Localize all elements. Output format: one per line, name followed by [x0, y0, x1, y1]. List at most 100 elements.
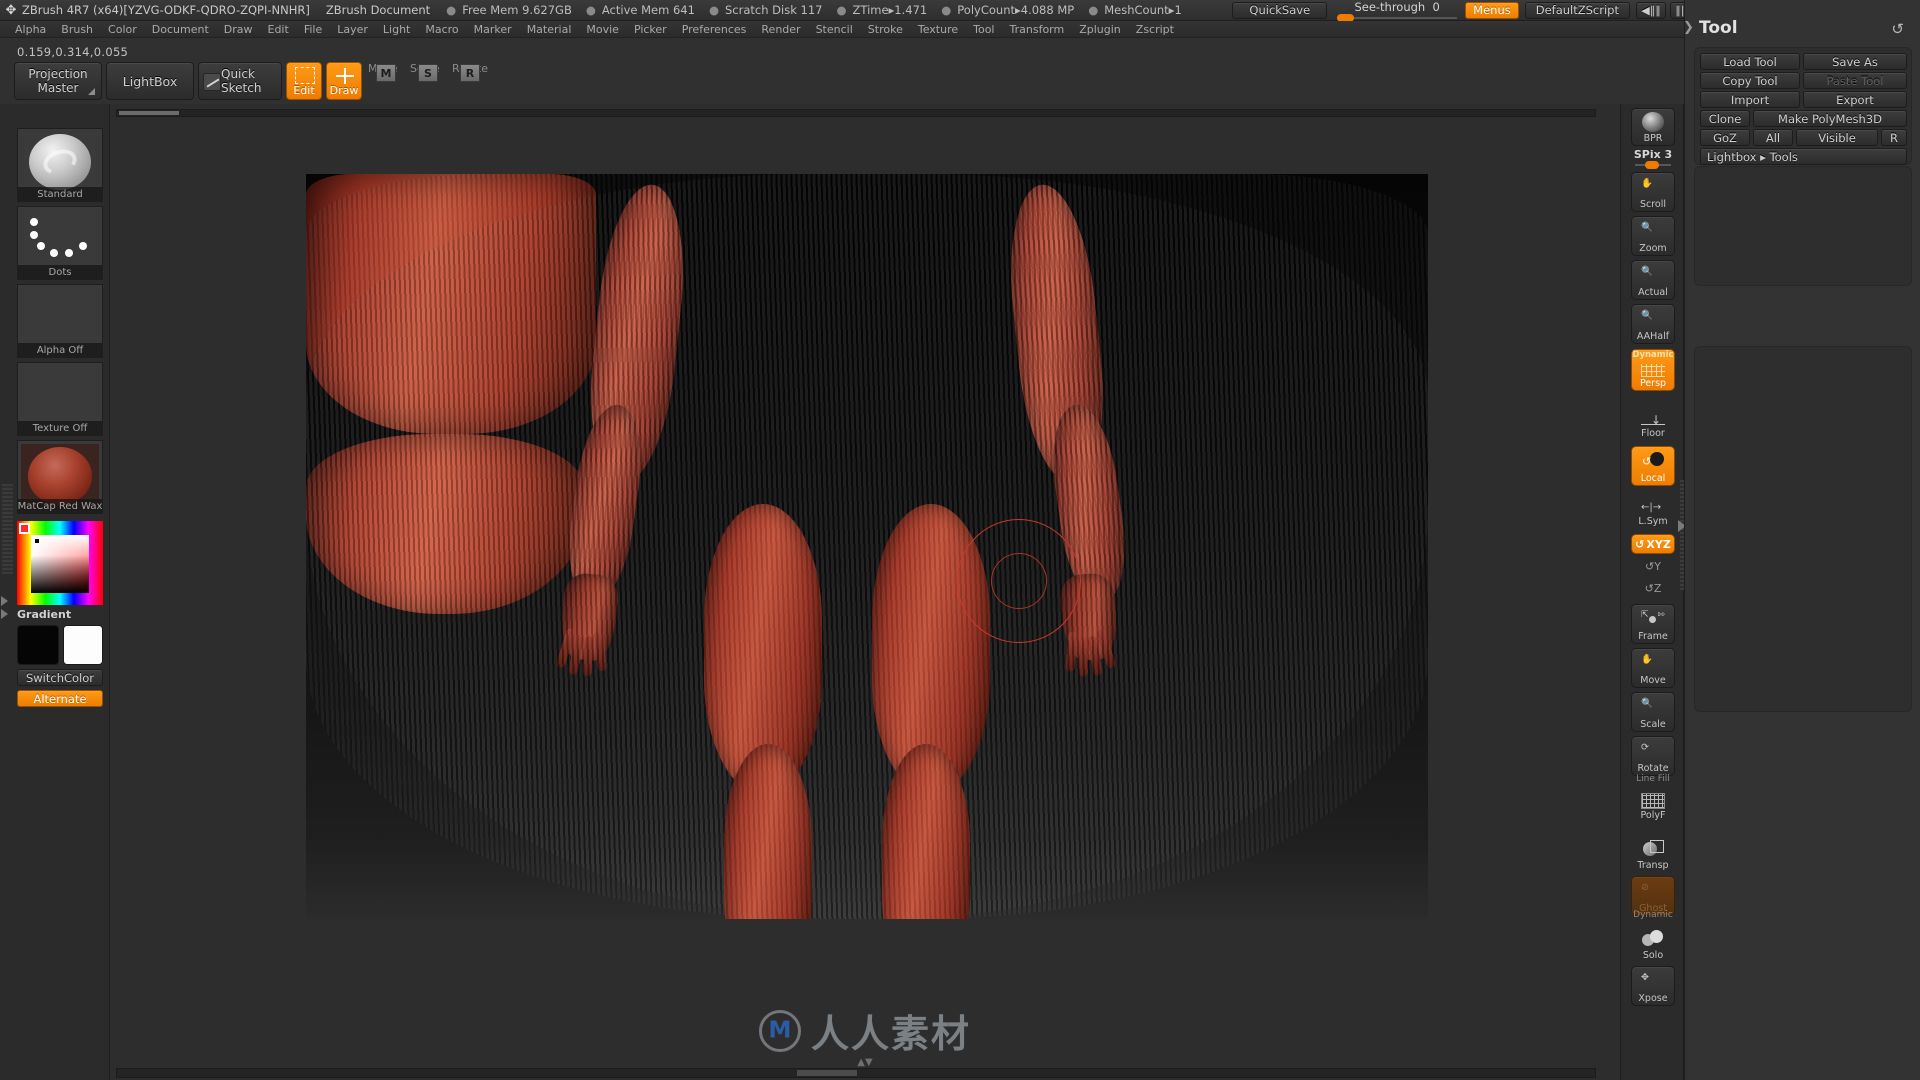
save-as-button[interactable]: Save As [1803, 53, 1907, 70]
draw-mode-button[interactable]: Draw [326, 62, 362, 100]
make-polymesh3d-button[interactable]: Make PolyMesh3D [1753, 110, 1907, 127]
z-axis-button[interactable]: ↺ Z [1631, 578, 1675, 598]
xpose-button[interactable]: ✥ Xpose [1631, 966, 1675, 1006]
primary-color-swatch[interactable] [17, 625, 59, 665]
menu-item-transform[interactable]: Transform [1003, 22, 1072, 37]
spix-slider[interactable] [1635, 161, 1671, 169]
scrollbar-thumb[interactable] [797, 1070, 857, 1076]
quicksave-button[interactable]: QuickSave [1232, 1, 1328, 19]
bpr-render-button[interactable]: BPR [1631, 108, 1675, 146]
see-through-slider[interactable]: See-through 0 [1337, 0, 1458, 22]
menu-item-edit[interactable]: Edit [261, 22, 296, 37]
gizmo-move-button[interactable]: ✋ Move [1631, 648, 1675, 688]
solo-spheres-icon [1641, 929, 1665, 949]
menu-item-layer[interactable]: Layer [330, 22, 375, 37]
polyframe-button[interactable]: PolyF [1631, 786, 1675, 822]
scroll-button[interactable]: ✋ Scroll [1631, 172, 1675, 212]
scale-mode-button[interactable]: S Scale [410, 62, 446, 100]
color-picker-cursor-marker[interactable] [34, 538, 40, 544]
alpha-swatch[interactable]: Alpha Off [17, 284, 103, 358]
load-tool-button[interactable]: Load Tool [1700, 53, 1800, 70]
solo-button[interactable]: Solo [1631, 922, 1675, 962]
lightbox-tools-button[interactable]: Lightbox ▸ Tools [1700, 148, 1907, 165]
clone-button[interactable]: Clone [1700, 110, 1750, 127]
polyf-label: PolyF [1640, 810, 1666, 821]
menu-item-draw[interactable]: Draw [217, 22, 260, 37]
slider-knob[interactable] [1645, 161, 1659, 169]
alternate-button[interactable]: Alternate [17, 690, 103, 707]
expand-arrow-icon[interactable] [1, 596, 8, 606]
menu-item-texture[interactable]: Texture [911, 22, 965, 37]
menu-item-preferences[interactable]: Preferences [675, 22, 754, 37]
frame-button[interactable]: ⇱ ⇰ Frame [1631, 604, 1675, 644]
menu-item-document[interactable]: Document [145, 22, 216, 37]
switch-color-button[interactable]: SwitchColor [17, 669, 103, 686]
scrollbar-thumb[interactable] [119, 111, 179, 115]
viewport-canvas[interactable] [306, 174, 1428, 919]
menu-item-color[interactable]: Color [101, 22, 144, 37]
actual-size-button[interactable]: 🔍 Actual [1631, 260, 1675, 300]
menu-item-file[interactable]: File [297, 22, 329, 37]
prev-script-icon[interactable]: ◀∥∥ [1636, 1, 1666, 19]
document-scrollbar-top[interactable] [116, 109, 1596, 117]
scale-magnifier-icon: 🔍 [1641, 698, 1653, 709]
menu-item-tool[interactable]: Tool [966, 22, 1001, 37]
quick-sketch-button[interactable]: Quick Sketch [198, 62, 282, 100]
visible-button[interactable]: Visible [1796, 129, 1878, 146]
menu-item-marker[interactable]: Marker [467, 22, 519, 37]
canvas-collapse-arrows-icon[interactable]: ▲▼ [857, 1057, 872, 1068]
reload-tool-icon[interactable]: ↺ [1891, 20, 1904, 38]
copy-tool-button[interactable]: Copy Tool [1700, 72, 1800, 89]
transparency-button[interactable]: Transp [1631, 832, 1675, 872]
import-button[interactable]: Import [1700, 91, 1800, 108]
panel-collapse-arrow-icon[interactable]: ❯ [1683, 20, 1694, 35]
menu-item-stencil[interactable]: Stencil [809, 22, 860, 37]
gradient-label[interactable]: Gradient [17, 607, 103, 621]
move-mode-button[interactable]: M Move [368, 62, 404, 100]
export-button[interactable]: Export [1803, 91, 1907, 108]
menu-item-movie[interactable]: Movie [579, 22, 626, 37]
all-button[interactable]: All [1753, 129, 1793, 146]
palette-drag-strip[interactable] [2, 484, 13, 574]
expand-arrow-icon[interactable] [1, 609, 8, 619]
color-picker-primary-marker[interactable] [19, 523, 30, 534]
goz-r-button[interactable]: R [1881, 129, 1907, 146]
local-symmetry-button[interactable]: ←|→ L.Sym [1631, 494, 1675, 528]
projection-master-button[interactable]: Projection Master [14, 62, 102, 100]
brush-swatch[interactable]: Standard [17, 128, 103, 202]
menu-item-zscript[interactable]: Zscript [1129, 22, 1181, 37]
y-axis-button[interactable]: ↺ Y [1631, 556, 1675, 576]
menu-item-zplugin[interactable]: Zplugin [1072, 22, 1128, 37]
secondary-color-swatch[interactable] [63, 625, 103, 665]
canvas-area[interactable]: 人人素材 ▲▼ [110, 104, 1620, 1080]
edit-mode-button[interactable]: Edit [286, 62, 322, 100]
material-swatch[interactable]: MatCap Red Wax [17, 440, 103, 514]
stat-ztime: ZTime▸1.471 [852, 3, 928, 17]
menu-item-alpha[interactable]: Alpha [8, 22, 53, 37]
stroke-swatch[interactable]: Dots [17, 206, 103, 280]
rotate-axis-icon: ↺ [1635, 537, 1645, 551]
menu-item-brush[interactable]: Brush [54, 22, 100, 37]
floor-button[interactable]: ↓ Floor [1631, 400, 1675, 440]
menu-item-light[interactable]: Light [376, 22, 417, 37]
texture-swatch[interactable]: Texture Off [17, 362, 103, 436]
aahalf-button[interactable]: 🔍 AAHalf [1631, 304, 1675, 344]
menu-item-stroke[interactable]: Stroke [861, 22, 910, 37]
lightbox-button[interactable]: LightBox [106, 62, 194, 100]
local-transform-button[interactable]: ↺ Local [1631, 446, 1675, 486]
goz-button[interactable]: GoZ [1700, 129, 1750, 146]
menu-item-render[interactable]: Render [754, 22, 807, 37]
menu-item-material[interactable]: Material [520, 22, 579, 37]
color-picker[interactable] [17, 521, 103, 605]
menus-button[interactable]: Menus [1465, 1, 1519, 19]
zoom-button[interactable]: 🔍 Zoom [1631, 216, 1675, 256]
gizmo-rotate-button[interactable]: ⟳ Rotate [1631, 736, 1675, 776]
menu-item-picker[interactable]: Picker [627, 22, 674, 37]
menu-item-macro[interactable]: Macro [418, 22, 465, 37]
gizmo-scale-button[interactable]: 🔍 Scale [1631, 692, 1675, 732]
zscript-button[interactable]: DefaultZScript [1524, 1, 1630, 19]
document-scrollbar-bottom[interactable] [116, 1068, 1596, 1078]
rotate-mode-button[interactable]: R Rotate [452, 62, 488, 100]
xyz-symmetry-button[interactable]: ↺ XYZ [1631, 534, 1675, 554]
perspective-button[interactable]: Dynamic Persp [1631, 349, 1675, 391]
